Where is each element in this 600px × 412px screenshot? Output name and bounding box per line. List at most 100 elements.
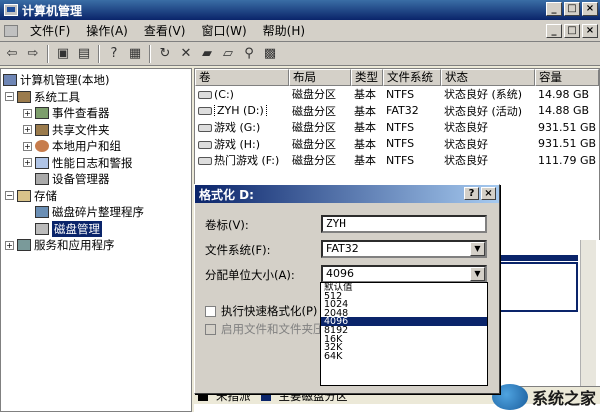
checkbox-icon xyxy=(205,323,216,335)
filesystem-select[interactable]: FAT32 ▼ xyxy=(321,240,487,258)
toolbar: ⇦ ⇨ ▣ ▤ ? ▦ ↻ ✕ ▰ ▱ ⚲ ▩ xyxy=(0,42,600,66)
show-tree-icon[interactable]: ▤ xyxy=(74,44,94,64)
checkbox-icon[interactable] xyxy=(205,305,216,317)
list-header: 卷 布局 类型 文件系统 状态 容量 xyxy=(195,69,599,86)
table-row[interactable]: 热门游戏 (F:) 磁盘分区 基本 NTFS 状态良好 111.79 GB xyxy=(195,152,599,169)
volume-label-input[interactable]: ZYH xyxy=(321,215,487,233)
drive-icon xyxy=(198,107,212,116)
menu-bar: 文件(F) 操作(A) 查看(V) 窗口(W) 帮助(H) _ □ × xyxy=(0,20,600,42)
export-icon[interactable]: ▩ xyxy=(260,44,280,64)
expand-icon[interactable]: + xyxy=(23,108,32,118)
device-manager-icon xyxy=(35,173,49,186)
partition-block[interactable] xyxy=(490,262,578,312)
toolbar-separator xyxy=(47,44,49,63)
drive-icon xyxy=(198,140,212,149)
forward-arrow-icon[interactable]: ⇨ xyxy=(23,44,43,64)
tree-item-event-viewer[interactable]: + 事件查看器 xyxy=(1,105,191,122)
help-icon[interactable]: ? xyxy=(104,44,124,64)
expand-icon[interactable]: + xyxy=(23,125,32,135)
table-row[interactable]: (C:) 磁盘分区 基本 NTFS 状态良好 (系统) 14.98 GB xyxy=(195,86,599,103)
tree-item-defrag[interactable]: 磁盘碎片整理程序 xyxy=(1,204,191,221)
watermark: 系统之家 xyxy=(491,384,596,410)
partition-header-bar xyxy=(490,255,578,261)
performance-icon xyxy=(35,156,49,169)
menu-file[interactable]: 文件(F) xyxy=(22,20,78,41)
up-folder-icon[interactable]: ▣ xyxy=(53,44,73,64)
back-arrow-icon[interactable]: ⇦ xyxy=(2,44,22,64)
dropdown-option[interactable]: 64K xyxy=(321,352,487,361)
quick-format-checkbox[interactable]: 执行快速格式化(P) xyxy=(205,303,317,319)
tree-item-storage[interactable]: − 存储 xyxy=(1,188,191,205)
toolbar-separator xyxy=(149,44,151,63)
tree-item-perf-logs[interactable]: + 性能日志和警报 xyxy=(1,155,191,172)
shared-folder-icon xyxy=(35,123,49,136)
collapse-icon[interactable]: − xyxy=(5,92,14,102)
dropdown-option[interactable]: 32K xyxy=(321,343,487,352)
tree-item-services[interactable]: + 服务和应用程序 xyxy=(1,237,191,254)
collapse-icon[interactable]: − xyxy=(5,191,14,201)
allocation-size-dropdown[interactable]: 默认值 512 1024 2048 4096 8192 16K 32K 64K xyxy=(320,282,488,386)
volume-label-label: 卷标(V): xyxy=(205,218,249,232)
properties-icon[interactable]: ▦ xyxy=(125,44,145,64)
drive-icon xyxy=(198,124,212,133)
table-row[interactable]: 游戏 (G:) 磁盘分区 基本 NTFS 状态良好 931.51 GB xyxy=(195,119,599,136)
toolbox-icon xyxy=(17,90,31,103)
storage-icon xyxy=(17,189,31,202)
expand-icon[interactable]: + xyxy=(23,141,32,151)
dialog-titlebar: 格式化 D: ? × xyxy=(195,185,499,203)
col-capacity[interactable]: 容量 xyxy=(535,69,599,86)
filesystem-label: 文件系统(F): xyxy=(205,243,271,257)
tree-item-disk-management[interactable]: 磁盘管理 xyxy=(1,220,191,238)
allocation-size-select[interactable]: 4096 ▼ xyxy=(321,265,487,283)
window-title: 计算机管理 xyxy=(22,3,83,18)
computer-icon xyxy=(3,74,17,87)
delete-icon[interactable]: ✕ xyxy=(176,44,196,64)
drive-icon xyxy=(198,157,212,166)
table-row[interactable]: ZYH (D:) 磁盘分区 基本 FAT32 状态良好 (活动) 14.88 G… xyxy=(195,103,599,120)
services-icon xyxy=(17,239,31,252)
dialog-help-button[interactable]: ? xyxy=(464,187,479,200)
tree-item-shared-folders[interactable]: + 共享文件夹 xyxy=(1,122,191,139)
expand-icon[interactable]: + xyxy=(23,158,32,168)
close-button[interactable]: × xyxy=(582,2,598,16)
col-type[interactable]: 类型 xyxy=(351,69,383,86)
col-status[interactable]: 状态 xyxy=(441,69,535,86)
users-icon xyxy=(35,140,49,153)
minimize-button[interactable]: _ xyxy=(546,2,562,16)
tree-item-system-tools[interactable]: − 系统工具 xyxy=(1,89,191,106)
compression-checkbox: 启用文件和文件夹压 xyxy=(205,321,325,337)
console-tree: 计算机管理(本地) − 系统工具 + 事件查看器 + 共享文件夹 + 本地用户和… xyxy=(0,68,192,412)
search-icon[interactable]: ⚲ xyxy=(239,44,259,64)
dropdown-option[interactable]: 默认值 xyxy=(321,283,487,292)
tree-item-root[interactable]: 计算机管理(本地) xyxy=(1,72,191,89)
col-filesystem[interactable]: 文件系统 xyxy=(383,69,441,86)
defrag-icon xyxy=(35,206,49,219)
window-titlebar: 计算机管理 _ □ × xyxy=(0,0,600,20)
col-volume[interactable]: 卷 xyxy=(195,69,289,86)
menu-action[interactable]: 操作(A) xyxy=(78,20,136,41)
refresh-icon[interactable]: ↻ xyxy=(155,44,175,64)
tree-item-local-users[interactable]: + 本地用户和组 xyxy=(1,138,191,155)
maximize-button[interactable]: □ xyxy=(564,2,580,16)
dialog-close-button[interactable]: × xyxy=(481,187,496,200)
col-layout[interactable]: 布局 xyxy=(289,69,351,86)
mmc-doc-icon[interactable] xyxy=(4,24,18,37)
inner-restore-button[interactable]: □ xyxy=(564,24,580,38)
dropdown-option[interactable]: 8192 xyxy=(321,326,487,335)
menu-view[interactable]: 查看(V) xyxy=(136,20,194,41)
chevron-down-icon[interactable]: ▼ xyxy=(470,267,485,281)
new-folder-icon[interactable]: ▱ xyxy=(218,44,238,64)
expand-icon[interactable]: + xyxy=(5,240,14,250)
tree-item-device-manager[interactable]: 设备管理器 xyxy=(1,171,191,188)
open-folder-icon[interactable]: ▰ xyxy=(197,44,217,64)
menu-window[interactable]: 窗口(W) xyxy=(193,20,254,41)
computer-management-icon xyxy=(4,4,18,16)
vertical-scrollbar[interactable] xyxy=(580,240,596,390)
inner-minimize-button[interactable]: _ xyxy=(546,24,562,38)
table-row[interactable]: 游戏 (H:) 磁盘分区 基本 NTFS 状态良好 931.51 GB xyxy=(195,136,599,153)
chevron-down-icon[interactable]: ▼ xyxy=(470,242,485,256)
menu-help[interactable]: 帮助(H) xyxy=(255,20,313,41)
inner-close-button[interactable]: × xyxy=(582,24,598,38)
dialog-title: 格式化 D: xyxy=(199,187,254,202)
drive-icon xyxy=(198,90,212,99)
